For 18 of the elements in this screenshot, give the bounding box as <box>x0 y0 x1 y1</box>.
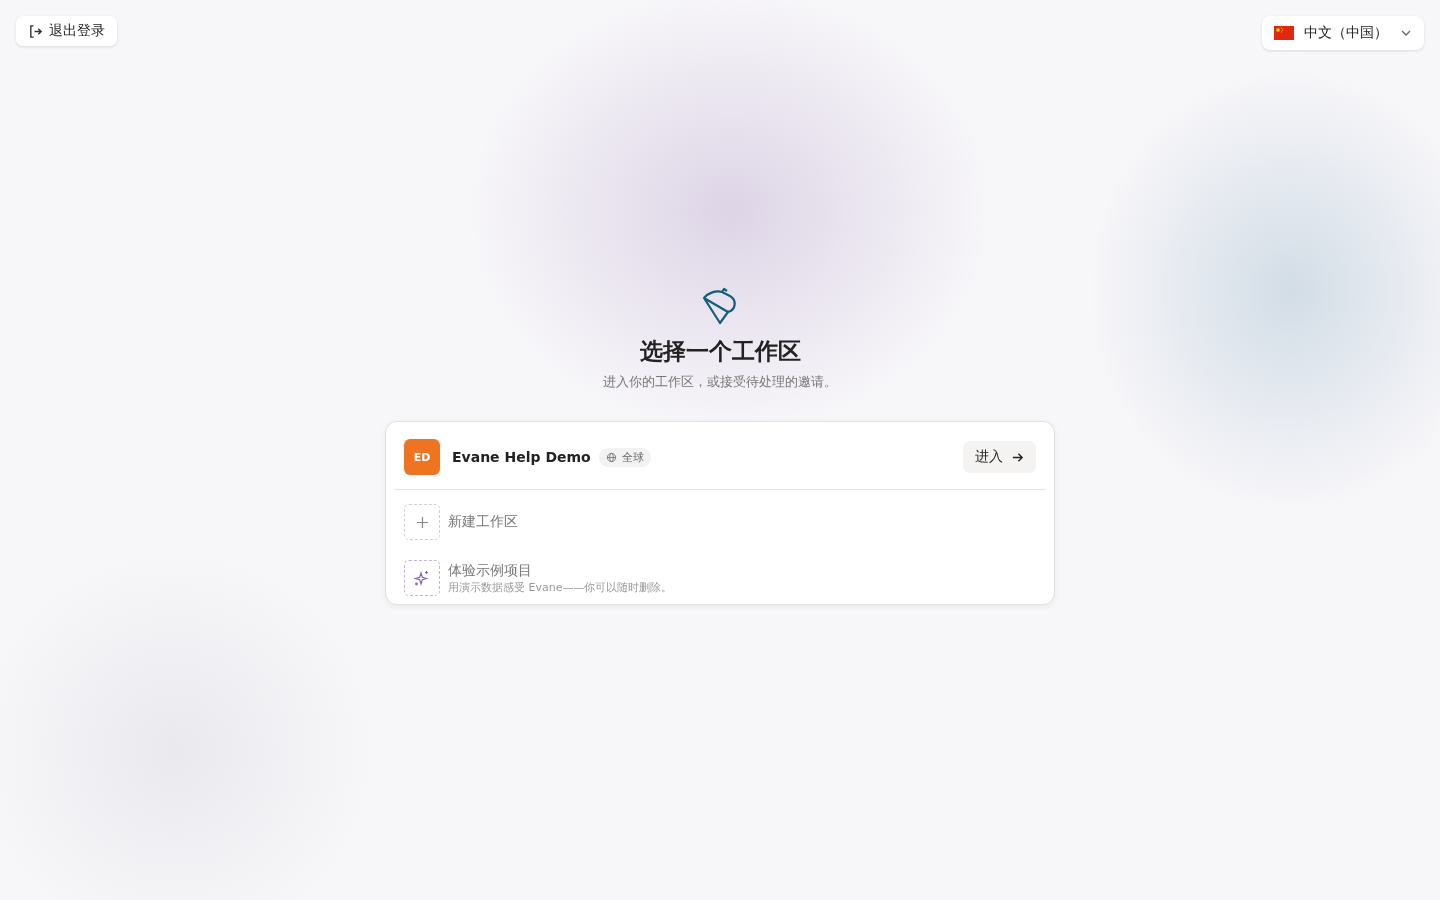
sample-project-item[interactable]: 体验示例项目 用演示数据感受 Evane——你可以随时删除。 <box>394 540 1046 596</box>
workspace-avatar: ED <box>404 439 440 475</box>
language-select[interactable]: 中文（中国） <box>1262 16 1424 50</box>
new-workspace-item[interactable]: 新建工作区 <box>394 490 1046 540</box>
page-subtitle: 进入你的工作区，或接受待处理的邀请。 <box>603 373 837 391</box>
logout-button[interactable]: 退出登录 <box>16 16 117 46</box>
flag-icon <box>1274 26 1294 40</box>
workspace-name: Evane Help Demo <box>452 449 591 465</box>
plus-icon <box>415 515 429 529</box>
action-label: 新建工作区 <box>448 513 518 531</box>
action-label: 体验示例项目 <box>448 561 533 580</box>
badge-label: 全球 <box>621 449 644 465</box>
action-description: 用演示数据感受 Evane——你可以随时删除。 <box>448 579 673 595</box>
globe-icon <box>605 451 617 463</box>
enter-button[interactable]: 进入 <box>963 441 1036 473</box>
logout-icon <box>28 23 43 39</box>
sparkles-icon <box>414 570 430 586</box>
page-title: 选择一个工作区 <box>639 337 801 366</box>
